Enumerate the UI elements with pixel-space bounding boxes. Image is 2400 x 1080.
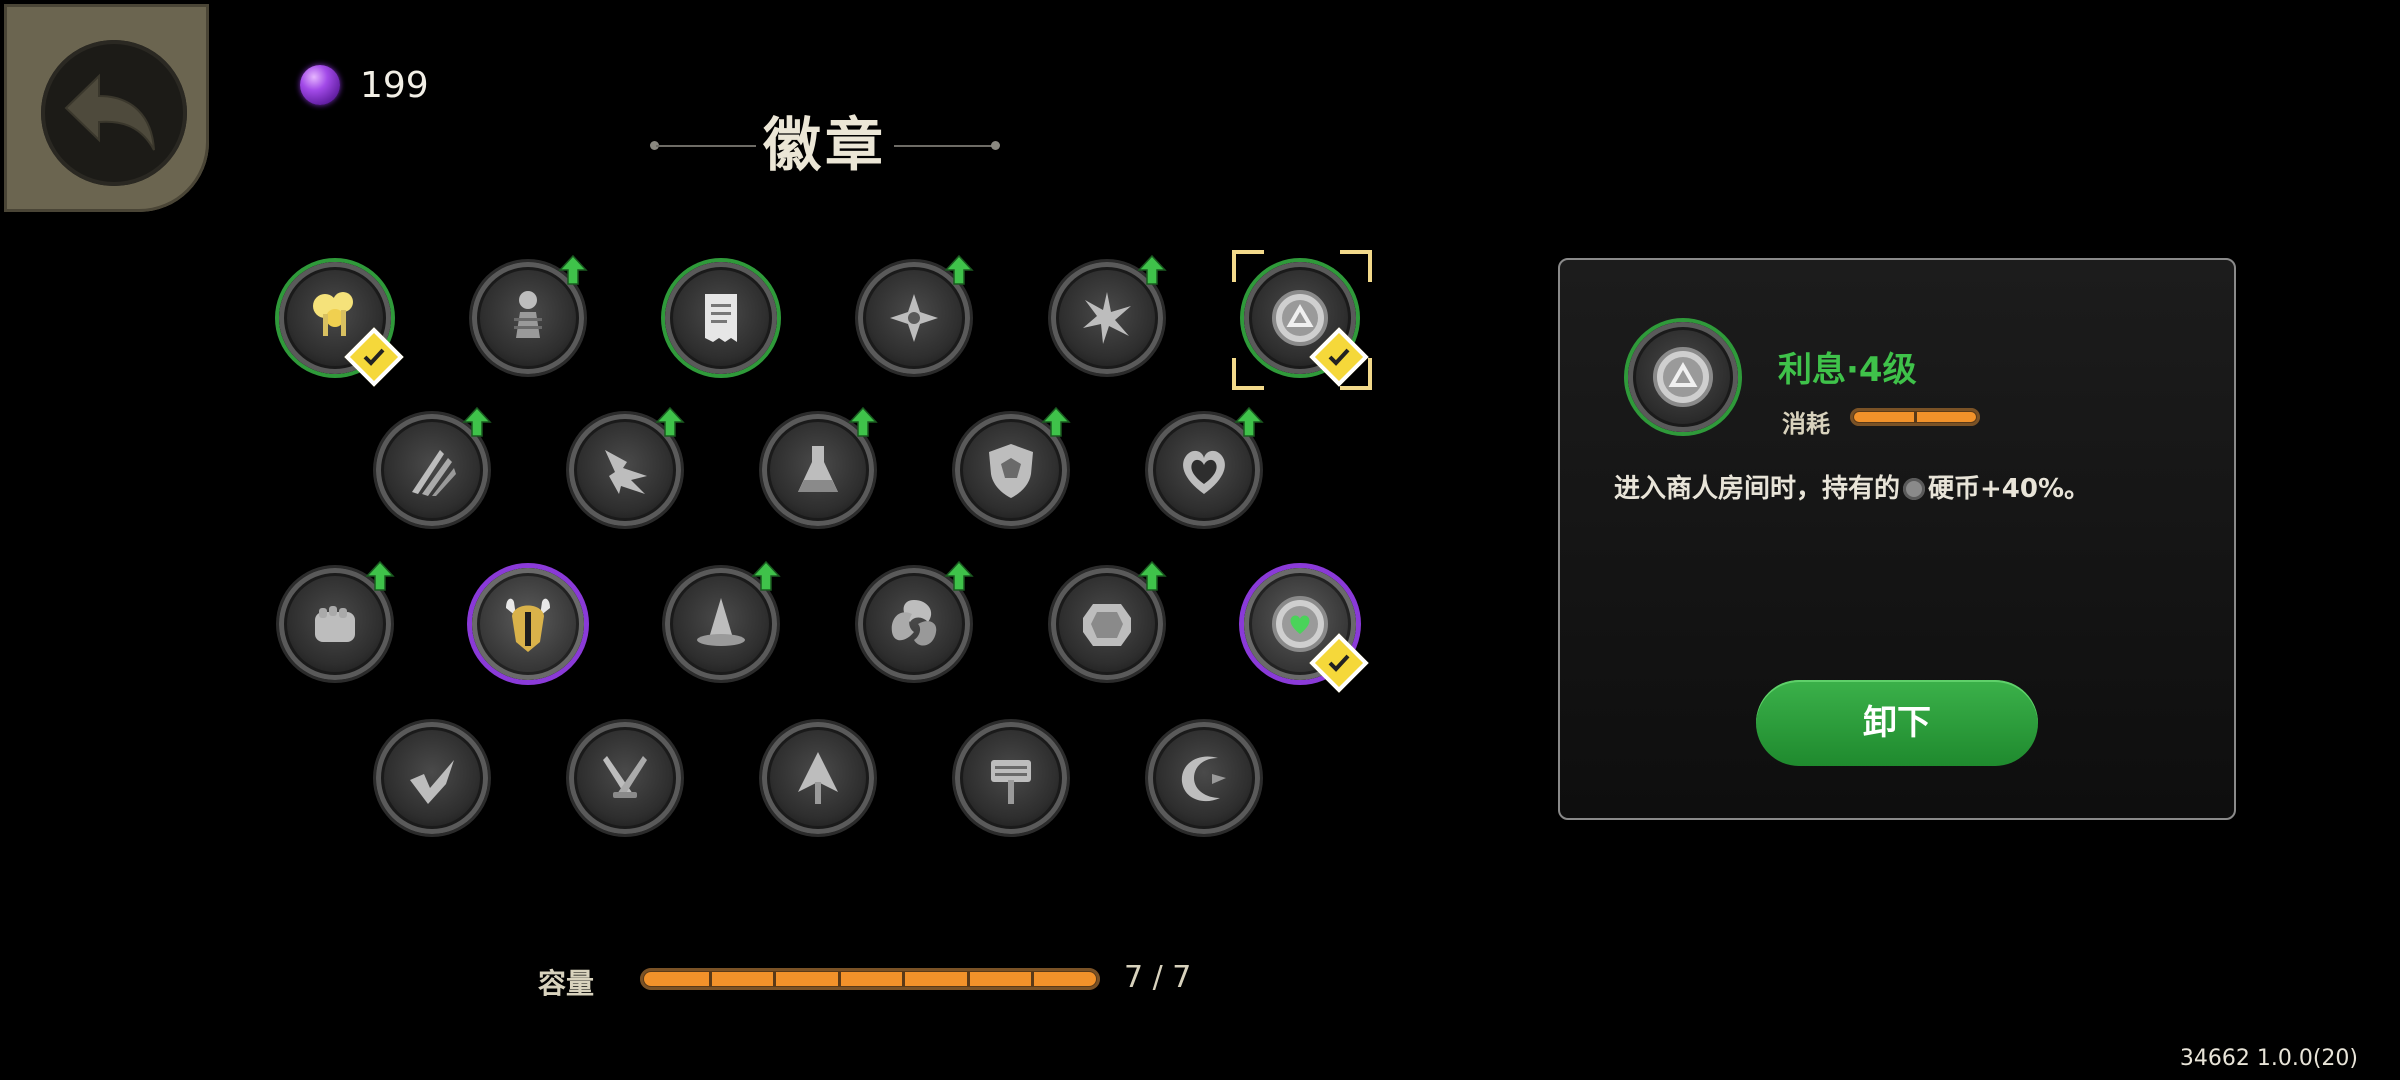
arrowhead-icon — [798, 752, 838, 804]
description-text: 硬币+40%。 — [1928, 474, 2091, 504]
capacity-value: 7 / 7 — [1124, 960, 1192, 995]
back-button[interactable] — [4, 4, 209, 212]
currency-display: 199 — [300, 60, 429, 110]
capacity-segment — [1031, 972, 1034, 986]
upgrade-arrow-icon — [944, 560, 974, 592]
hammer-icon — [991, 760, 1031, 804]
selection-corner — [1340, 358, 1372, 390]
crescent-icon — [1181, 756, 1226, 802]
unequip-button[interactable]: 卸下 — [1756, 680, 2038, 766]
upgrade-arrow-icon — [462, 406, 492, 438]
dash-arrow-icon — [410, 760, 454, 804]
detail-cost-segment — [1914, 411, 1917, 423]
upgrade-arrow-icon — [848, 406, 878, 438]
upgrade-arrow-icon — [944, 254, 974, 286]
capacity-bar — [640, 968, 1100, 990]
selection-corner — [1232, 250, 1264, 282]
page-title: 徽章 — [762, 111, 887, 179]
upgrade-arrow-icon — [558, 254, 588, 286]
detail-cost-label: 消耗 — [1782, 410, 1830, 438]
upgrade-arrow-icon — [655, 406, 685, 438]
coin-icon — [1903, 478, 1926, 500]
viking-helmet-icon — [506, 598, 550, 652]
upgrade-arrow-icon — [751, 560, 781, 592]
detail-cost-bar — [1850, 408, 1980, 426]
receipt-icon — [705, 294, 737, 342]
badge-slot[interactable] — [569, 722, 681, 834]
detail-badge-icon — [1628, 322, 1738, 432]
version-text: 34662 1.0.0(20) — [2179, 1046, 2358, 1071]
capacity-segment — [902, 972, 905, 986]
badge-slot[interactable] — [376, 722, 488, 834]
badge-slot[interactable] — [1148, 722, 1260, 834]
upgrade-arrow-icon — [1041, 406, 1071, 438]
capacity-segment — [709, 972, 712, 986]
capacity-label: 容量 — [538, 967, 595, 1000]
coin-triangle-icon — [1653, 347, 1713, 407]
upgrade-arrow-icon — [1137, 254, 1167, 286]
back-arrow-icon — [64, 73, 155, 151]
badge-slot[interactable] — [762, 722, 874, 834]
detail-description: 进入商人房间时，持有的 硬币+40%。 — [1614, 468, 2090, 505]
badge-slot[interactable] — [955, 722, 1067, 834]
description-text: 进入商人房间时，持有的 — [1614, 474, 1901, 504]
capacity-segment — [773, 972, 776, 986]
upgrade-arrow-icon — [1137, 560, 1167, 592]
badge-slot[interactable] — [472, 568, 584, 680]
upgrade-arrow-icon — [1234, 406, 1264, 438]
badge-detail-panel: 利息·4级 消耗 进入商人房间时，持有的 硬币+40%。 卸下 — [1558, 258, 2236, 820]
capacity-segment — [967, 972, 970, 986]
purple-orb-icon — [300, 65, 340, 105]
detail-name: 利息·4级 — [1778, 350, 1917, 390]
currency-value: 199 — [360, 64, 429, 106]
crossed-daggers-icon — [603, 756, 647, 798]
capacity-segment — [838, 972, 841, 986]
selection-corner — [1232, 358, 1264, 390]
upgrade-arrow-icon — [365, 560, 395, 592]
badge-slot[interactable] — [665, 262, 777, 374]
page-title-wrap: 徽章 — [650, 108, 1000, 182]
selection-corner — [1340, 250, 1372, 282]
